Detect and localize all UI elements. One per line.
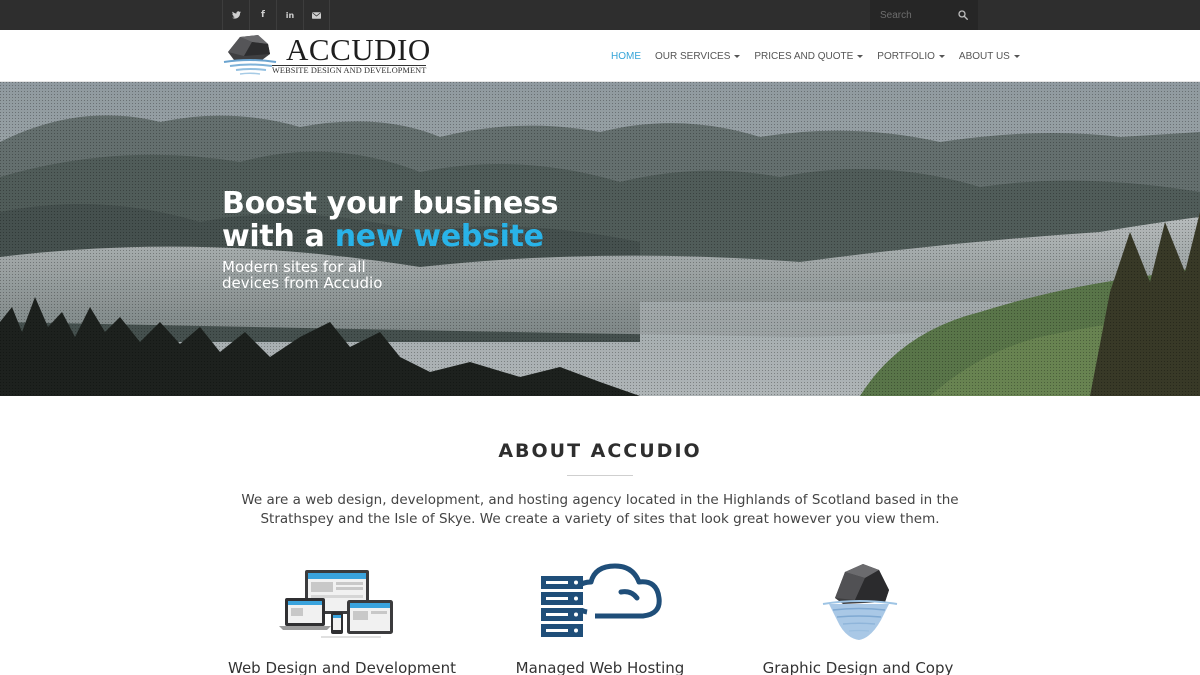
main-nav: HOME OUR SERVICES PRICES AND QUOTE PORTF… [604,30,1027,82]
about-divider [567,475,633,476]
search-icon [958,10,968,20]
facebook-icon: f [261,10,265,20]
search-box [870,0,978,30]
top-bar: f in [0,0,1200,30]
hero-landscape-image [0,82,1200,396]
caret-down-icon [1013,54,1020,58]
service-graphic-design[interactable]: Graphic Design and Copy [733,560,983,675]
hero-title-accent: new website [334,219,544,254]
rock-reflection-icon [822,564,898,640]
hero-title-line2: with a new website [222,219,544,254]
social-links: f in [222,0,330,30]
nav-home[interactable]: HOME [604,51,648,62]
logo-tagline: WEBSITE DESIGN AND DEVELOPMENT [272,65,427,75]
logo-rock-icon [223,35,277,75]
linkedin-link[interactable]: in [276,0,303,30]
caret-down-icon [938,54,945,58]
nav-our-services[interactable]: OUR SERVICES [648,51,747,62]
site-header: ACCUDIO WEBSITE DESIGN AND DEVELOPMENT H… [0,30,1200,82]
email-icon [312,11,321,19]
nav-portfolio[interactable]: PORTFOLIO [870,51,952,62]
logo-name: ACCUDIO [286,32,431,67]
hero-subtitle: Modern sites for all devices from Accudi… [222,258,383,292]
service-web-hosting[interactable]: Managed Web Hosting [475,560,725,675]
twitter-link[interactable] [222,0,249,30]
service-label: Managed Web Hosting [515,659,685,675]
search-button[interactable] [950,1,976,29]
server-cloud-icon [541,563,662,638]
responsive-devices-icon [279,570,393,638]
caret-down-icon [857,54,864,58]
service-web-design[interactable]: Web Design and Development [217,560,467,675]
about-title: ABOUT ACCUDIO [498,440,702,462]
facebook-link[interactable]: f [249,0,276,30]
hero-banner: Boost your business with a new website M… [0,82,1200,396]
email-link[interactable] [303,0,330,30]
site-logo[interactable]: ACCUDIO WEBSITE DESIGN AND DEVELOPMENT [222,32,444,80]
linkedin-icon: in [285,10,295,20]
search-input[interactable] [870,1,950,29]
hero-title-line1: Boost your business [222,186,559,221]
caret-down-icon [734,54,741,58]
service-label: Graphic Design and Copy [762,659,954,675]
nav-about-us[interactable]: ABOUT US [952,51,1027,62]
service-label: Web Design and Development [228,659,456,675]
hero-title: Boost your business with a new website [222,187,558,253]
twitter-icon [231,11,241,19]
nav-prices-and-quote[interactable]: PRICES AND QUOTE [747,51,870,62]
about-text: We are a web design, development, and ho… [241,492,959,527]
